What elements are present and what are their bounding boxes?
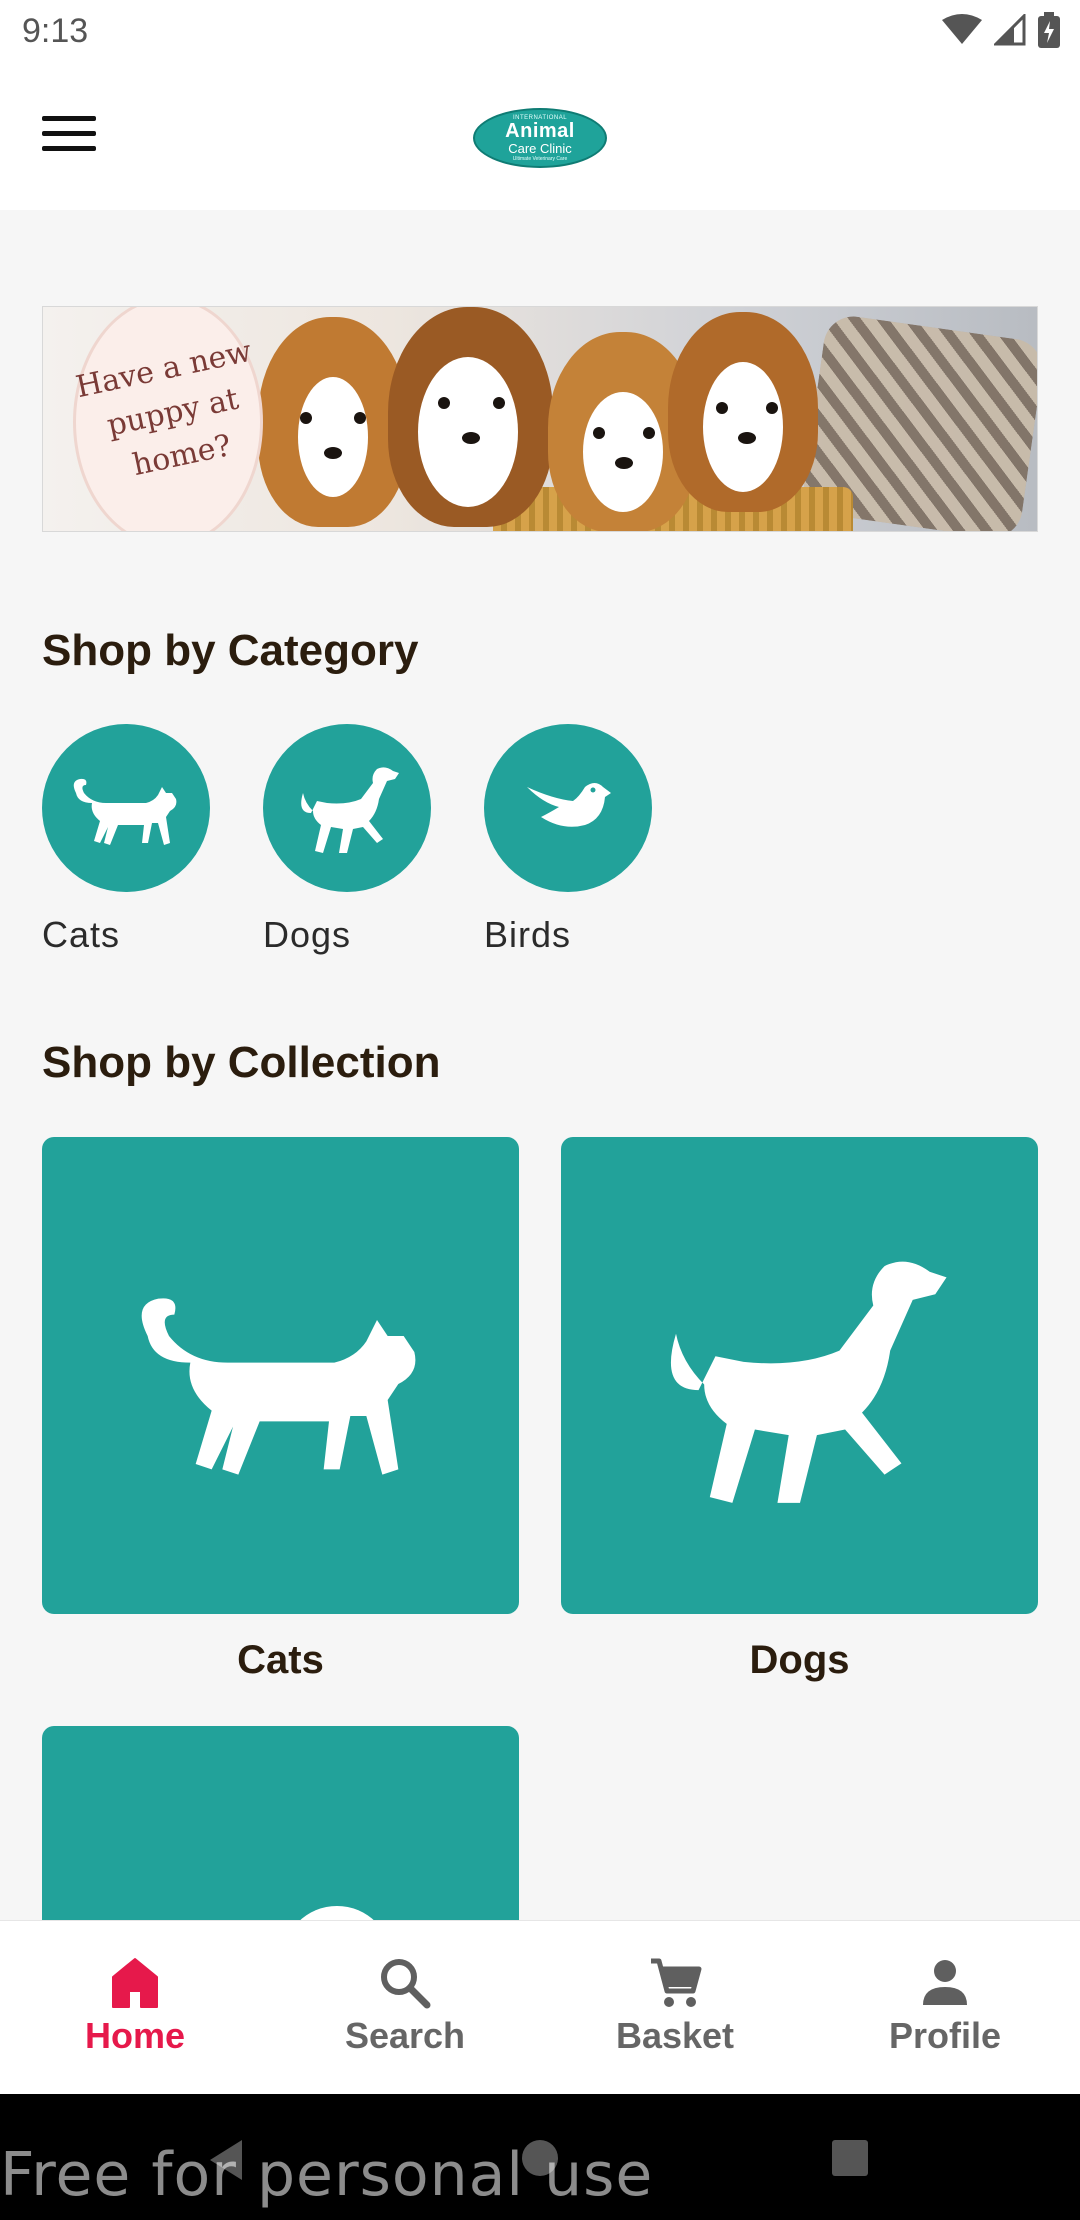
nav-home[interactable]: Home: [0, 1921, 270, 2094]
signal-icon: [994, 14, 1026, 46]
cat-icon: [42, 724, 210, 892]
wifi-icon: [942, 14, 982, 44]
nav-label: Profile: [888, 2015, 1002, 2056]
cat-icon: [42, 1137, 519, 1614]
category-label: Birds: [484, 914, 572, 955]
status-icons: [942, 12, 1060, 48]
battery-icon: [1038, 12, 1060, 48]
status-bar: 9:13: [0, 0, 1080, 64]
watermark: Free for personal use: [0, 2140, 654, 2210]
collection-label: Cats: [237, 1638, 324, 1682]
puppy-graphic: [258, 317, 408, 527]
nav-profile[interactable]: Profile: [810, 1921, 1080, 2094]
promo-banner[interactable]: Have a new puppy at home?: [42, 306, 1038, 532]
nav-basket[interactable]: Basket: [540, 1921, 810, 2094]
hamburger-menu-icon[interactable]: [42, 116, 96, 156]
collection-section-title: Shop by Collection: [42, 1038, 441, 1087]
category-dogs[interactable]: Dogs: [263, 724, 431, 956]
cart-icon: [651, 1958, 702, 2007]
nav-label: Basket: [615, 2015, 735, 2056]
category-birds[interactable]: Birds: [484, 724, 652, 956]
logo-main-text: Animal: [505, 120, 575, 142]
logo-tagline: Ultimate Veterinary Care: [512, 156, 568, 162]
category-label: Cats: [42, 914, 121, 955]
collection-label: Dogs: [749, 1638, 850, 1682]
category-section-title: Shop by Category: [42, 626, 419, 675]
clinic-logo[interactable]: INTERNATIONAL Animal Care Clinic Ultimat…: [473, 108, 607, 168]
nav-label: Home: [84, 2015, 186, 2056]
collection-dogs[interactable]: Dogs: [561, 1137, 1038, 1683]
logo-sub-text: Care Clinic: [508, 141, 572, 156]
category-cats[interactable]: Cats: [42, 724, 210, 956]
app-bar: INTERNATIONAL Animal Care Clinic Ultimat…: [0, 64, 1080, 210]
dog-icon: [561, 1137, 1038, 1614]
recents-icon[interactable]: [830, 2138, 870, 2178]
collection-cats[interactable]: Cats: [42, 1137, 519, 1683]
nav-label: Search: [344, 2015, 466, 2056]
category-label: Dogs: [263, 914, 352, 955]
nav-search[interactable]: Search: [270, 1921, 540, 2094]
bird-icon: [484, 724, 652, 892]
home-icon: [112, 1958, 158, 2008]
puppy-graphic: [668, 312, 818, 512]
dog-icon: [263, 724, 431, 892]
person-icon: [923, 1960, 967, 2005]
status-time: 9:13: [22, 12, 89, 50]
puppy-graphic: [388, 307, 553, 527]
search-icon: [381, 1959, 431, 2009]
bottom-navigation: Home Search Basket Profile: [0, 1920, 1080, 2094]
